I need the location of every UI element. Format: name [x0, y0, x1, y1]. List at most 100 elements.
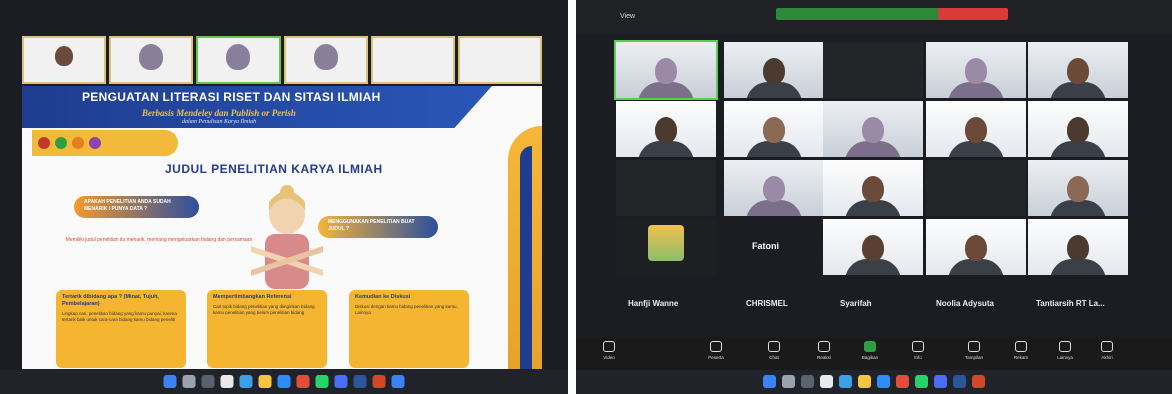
recording-banner	[776, 8, 946, 20]
institution-logo	[55, 137, 67, 149]
app-icon[interactable]	[934, 375, 947, 388]
decor-stripe	[520, 146, 532, 369]
view-button[interactable]: View	[620, 13, 635, 20]
question-pill: APAKAH PENELITIAN ANDA SUDAH MENARIK / P…	[74, 196, 199, 218]
search-icon[interactable]	[182, 375, 196, 388]
video-tile[interactable]	[926, 42, 1026, 98]
video-tile[interactable]	[724, 42, 824, 98]
info-button[interactable]: Info	[903, 341, 933, 360]
institution-logo	[72, 137, 84, 149]
person-head	[965, 57, 987, 84]
person-head	[862, 175, 884, 202]
app-icon[interactable]	[391, 375, 405, 388]
avatar-tile[interactable]	[616, 219, 716, 275]
view-button[interactable]: Tampilan	[959, 341, 989, 360]
video-tile[interactable]	[614, 40, 718, 100]
video-tile[interactable]	[926, 219, 1026, 275]
video-tile[interactable]	[823, 42, 923, 98]
more-button[interactable]: Lainnya	[1050, 341, 1080, 360]
control-label: Rekam	[1013, 355, 1029, 360]
grid-icon	[968, 341, 980, 352]
reactions-button[interactable]: Reaksi	[809, 341, 839, 360]
word-icon[interactable]	[953, 375, 966, 388]
share-button[interactable]: Bagikan	[855, 341, 885, 360]
video-tile[interactable]	[724, 160, 824, 216]
card-body: Diskusi dengan kamu bidang penelitian ya…	[355, 304, 458, 315]
participants-button[interactable]: Peserta	[701, 341, 731, 360]
video-tile[interactable]	[823, 160, 923, 216]
meeting-topbar: View	[576, 0, 1172, 34]
slide-subtitle-2: dalam Penulisan Karya Ilmiah	[182, 119, 257, 125]
zoom-icon[interactable]	[277, 375, 291, 388]
video-tile[interactable]	[1028, 219, 1128, 275]
control-label: Reaksi	[817, 355, 831, 360]
card-body: Lingkup cari, penelitian bidang yang kam…	[62, 311, 177, 322]
presentation-screen: PENGUATAN LITERASI RISET DAN SITASI ILMI…	[0, 0, 568, 394]
video-tile[interactable]	[616, 160, 716, 216]
camera-icon	[603, 341, 615, 352]
child-illustration	[251, 185, 323, 289]
participant-thumb[interactable]	[22, 36, 107, 84]
windows-taskbar	[576, 370, 1172, 394]
share-icon	[864, 341, 876, 352]
video-tile[interactable]	[926, 101, 1026, 157]
person-head	[655, 116, 677, 143]
folder-icon[interactable]	[258, 375, 272, 388]
chrome-icon[interactable]	[896, 375, 909, 388]
question-pill: MENGGUNAKAN PENELITIAN BUAT JUDUL ?	[318, 216, 438, 238]
participant-name: Hanfji Wanne	[628, 299, 679, 308]
video-tile[interactable]	[616, 101, 716, 157]
participant-thumb[interactable]	[283, 36, 368, 84]
control-label: Info	[914, 355, 922, 360]
video-tile[interactable]	[1028, 101, 1128, 157]
word-icon[interactable]	[353, 375, 367, 388]
participant-thumb-active[interactable]	[196, 36, 281, 84]
widgets-icon[interactable]	[820, 375, 833, 388]
chat-button[interactable]: Chat	[759, 341, 789, 360]
edge-icon[interactable]	[839, 375, 852, 388]
video-tile[interactable]	[823, 101, 923, 157]
widgets-icon[interactable]	[220, 375, 234, 388]
person-head	[1067, 234, 1089, 261]
person-head	[763, 116, 785, 143]
start-icon[interactable]	[763, 375, 776, 388]
person-head	[1067, 175, 1089, 202]
video-tile[interactable]	[724, 101, 824, 157]
video-tile[interactable]	[823, 219, 923, 275]
chrome-icon[interactable]	[296, 375, 310, 388]
control-label: Video	[603, 355, 615, 360]
whatsapp-icon[interactable]	[315, 375, 329, 388]
more-icon	[1059, 341, 1071, 352]
zoom-gallery-screen: View Fatoni Hanfji Wanne CHRISMEL Syarif…	[576, 0, 1172, 394]
participant-head	[313, 44, 338, 70]
video-tile[interactable]	[1028, 42, 1128, 98]
zoom-icon[interactable]	[877, 375, 890, 388]
task-view-icon[interactable]	[201, 375, 215, 388]
participant-thumb[interactable]	[370, 36, 455, 84]
record-button[interactable]: Rekam	[1006, 341, 1036, 360]
app-icon[interactable]	[334, 375, 348, 388]
video-feed	[823, 42, 923, 98]
video-tile[interactable]	[1028, 160, 1128, 216]
end-button[interactable]: Akhiri	[1092, 341, 1122, 360]
powerpoint-icon[interactable]	[972, 375, 985, 388]
edge-icon[interactable]	[239, 375, 253, 388]
participant-strip	[22, 36, 543, 84]
search-icon[interactable]	[782, 375, 795, 388]
stop-share-button[interactable]	[938, 8, 1008, 20]
video-tile[interactable]	[926, 160, 1026, 216]
video-button[interactable]: Video	[594, 341, 624, 360]
folder-icon[interactable]	[858, 375, 871, 388]
task-view-icon[interactable]	[801, 375, 814, 388]
taskbar-apps	[163, 375, 405, 388]
end-icon	[1101, 341, 1113, 352]
participant-thumb[interactable]	[109, 36, 194, 84]
person-head	[655, 57, 677, 84]
participant-thumb[interactable]	[457, 36, 543, 84]
control-label: Peserta	[708, 355, 724, 360]
participant-name: CHRISMEL	[746, 299, 788, 308]
whatsapp-icon[interactable]	[915, 375, 928, 388]
powerpoint-icon[interactable]	[372, 375, 386, 388]
start-icon[interactable]	[163, 375, 177, 388]
slide-subtitle: Berbasis Mendeley dan Publish or Perish	[142, 108, 296, 118]
